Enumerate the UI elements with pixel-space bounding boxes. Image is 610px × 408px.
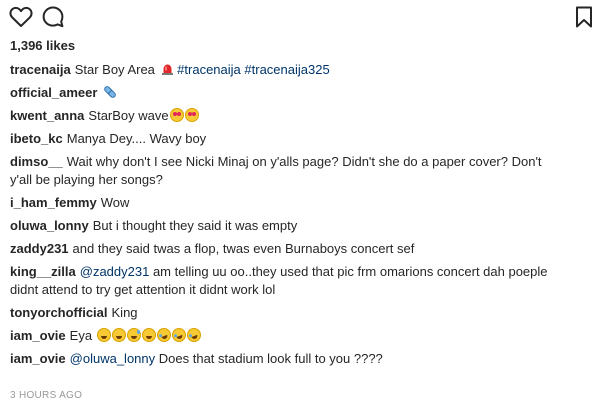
hashtag-link[interactable]: #tracenaija <box>177 62 241 77</box>
hashtag-link[interactable]: #tracenaija325 <box>244 62 329 77</box>
comment-text: Manya Dey.... Wavy boy <box>66 131 207 146</box>
comment-text: King <box>111 305 138 320</box>
grinning-face-emoji-icon <box>141 328 156 342</box>
comment-username[interactable]: iam_ovie <box>10 328 66 343</box>
tired-face-emoji-icon <box>96 328 111 342</box>
comment-text: Wow <box>100 195 130 210</box>
comment-text: Wait why don't I see Nicki Minaj on y'al… <box>66 154 542 169</box>
comment-username[interactable]: dimso__ <box>10 154 63 169</box>
likes-count[interactable]: 1,396 likes <box>10 38 75 53</box>
comment-username[interactable]: official_ameer <box>10 85 97 100</box>
comment-username[interactable]: iam_ovie <box>10 351 66 366</box>
comment-item: king__zilla @zaddy231 am telling uu oo..t… <box>10 263 600 299</box>
heart-outline-icon[interactable] <box>8 4 34 30</box>
comment-username[interactable]: i_ham_femmy <box>10 195 97 210</box>
speech-bubble-icon[interactable] <box>40 4 66 30</box>
comment-text-continued: didnt attend to try get attention it did… <box>10 282 276 297</box>
comment-item: oluwa_lonny But i thought they said it wa… <box>10 217 600 235</box>
comment-item: dimso__ Wait why don't I see Nicki Minaj … <box>10 153 600 189</box>
comment-text: But i thought they said it was empty <box>92 218 298 233</box>
post-action-bar <box>0 4 610 30</box>
weary-face-emoji-icon <box>111 328 126 342</box>
comment-item: tonyorchofficial King <box>10 304 600 322</box>
comment-item: iam_ovie Eya <box>10 326 600 345</box>
heart-eyes-emoji-icon <box>184 108 199 122</box>
rofl-emoji-icon <box>154 326 173 344</box>
comment-text-continued: y'all be playing her songs? <box>10 172 163 187</box>
caption-username[interactable]: tracenaija <box>10 62 71 77</box>
comment-text: am telling uu oo..they used that pic frm… <box>152 264 548 279</box>
comment-username[interactable]: zaddy231 <box>10 241 69 256</box>
comment-text: Does that stadium look full to you ???? <box>158 351 383 366</box>
comment-username[interactable]: oluwa_lonny <box>10 218 89 233</box>
comment-item: i_ham_femmy Wow <box>10 194 600 212</box>
comment-username[interactable]: kwent_anna <box>10 108 84 123</box>
caption-text: Star Boy Area <box>74 62 155 77</box>
comment-text: StarBoy wave <box>88 108 169 123</box>
siren-icon <box>161 64 173 75</box>
comment-username[interactable]: tonyorchofficial <box>10 305 108 320</box>
rofl-emoji-icon <box>184 326 203 344</box>
comment-item: official_ameer <box>10 84 600 102</box>
comment-username[interactable]: king__zilla <box>10 264 76 279</box>
comment-list: tracenaija Star Boy Area #tracenaija #tra… <box>10 61 600 373</box>
mention-link[interactable]: @oluwa_lonny <box>70 351 155 366</box>
comment-item: iam_ovie @oluwa_lonny Does that stadium l… <box>10 350 600 368</box>
comment-text: Eya <box>69 328 93 343</box>
comment-username[interactable]: ibeto_kc <box>10 131 63 146</box>
comment-text: and they said twas a flop, twas even Bur… <box>72 241 415 256</box>
comment-item: zaddy231 and they said twas a flop, twas … <box>10 240 600 258</box>
comment-item: ibeto_kc Manya Dey.... Wavy boy <box>10 130 600 148</box>
rofl-emoji-icon <box>169 326 188 344</box>
mention-link[interactable]: @zaddy231 <box>80 264 150 279</box>
comment-item: kwent_anna StarBoy wave <box>10 107 600 125</box>
pill-icon <box>104 86 117 98</box>
post-timestamp[interactable]: 3 HOURS AGO <box>10 390 82 401</box>
sweat-smile-emoji-icon <box>126 328 141 342</box>
bookmark-outline-icon[interactable] <box>571 4 597 30</box>
post-caption: tracenaija Star Boy Area #tracenaija #tra… <box>10 61 600 79</box>
heart-eyes-emoji-icon <box>169 108 184 122</box>
